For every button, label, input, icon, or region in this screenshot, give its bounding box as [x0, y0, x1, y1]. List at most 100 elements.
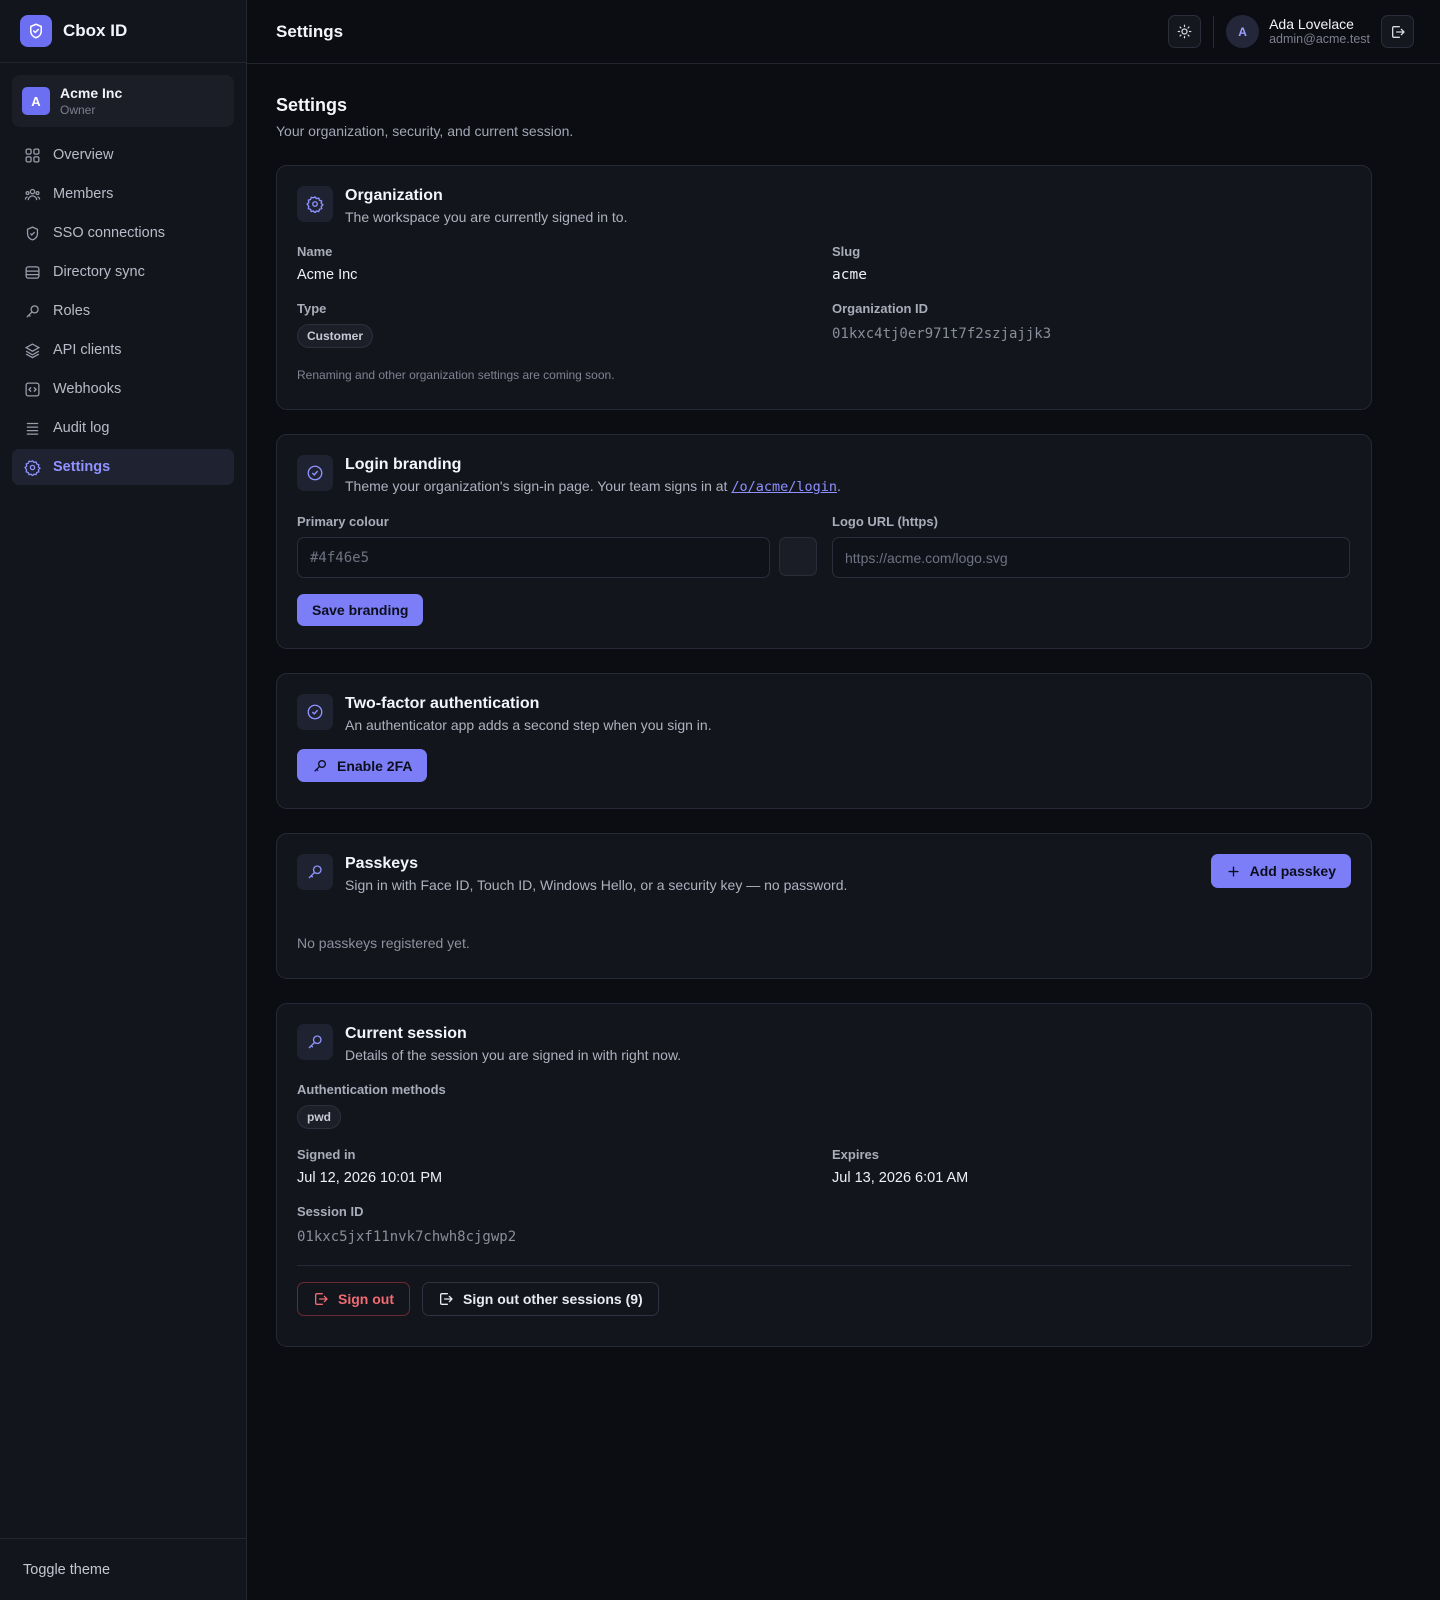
gear-icon	[24, 459, 41, 476]
sidebar-item-roles[interactable]: Roles	[12, 293, 234, 329]
sidebar-item-label: Directory sync	[53, 264, 145, 280]
login-branding-card: Login branding Theme your organization's…	[276, 434, 1372, 649]
key-icon	[314, 759, 326, 772]
sidebar-item-label: Members	[53, 186, 114, 202]
avatar[interactable]: A	[1226, 15, 1260, 48]
logout-icon	[440, 1293, 453, 1305]
card-title: Login branding	[345, 456, 462, 473]
expires-label: Expires	[832, 1147, 879, 1162]
org-slug-label: Slug	[832, 244, 861, 259]
user-name: Ada Lovelace	[1269, 16, 1354, 32]
theme-toggle-button[interactable]	[1168, 15, 1202, 48]
gear-icon	[297, 186, 333, 222]
org-slug-value: acme	[832, 267, 867, 283]
card-description: Details of the session you are signed in…	[345, 1047, 682, 1063]
org-settings-note: Renaming and other organization settings…	[297, 368, 615, 382]
sidebar-item-settings[interactable]: Settings	[12, 449, 234, 485]
page-subtitle: Your organization, security, and current…	[276, 123, 574, 139]
sidebar-item-label: Settings	[53, 459, 111, 475]
add-passkey-button[interactable]: Add passkey	[1210, 854, 1351, 888]
enable-2fa-button[interactable]: Enable 2FA	[297, 749, 428, 782]
card-description: The workspace you are currently signed i…	[345, 209, 628, 225]
add-passkey-label: Add passkey	[1249, 863, 1336, 879]
sign-out-label: Sign out	[338, 1291, 394, 1307]
check-circle-icon	[297, 455, 333, 491]
toggle-theme-button[interactable]: Toggle theme	[0, 1538, 246, 1600]
sidebar-item-webhooks[interactable]: Webhooks	[12, 371, 234, 407]
passkeys-empty-state: No passkeys registered yet.	[297, 935, 470, 951]
page-title: Settings	[276, 95, 348, 115]
org-name-label: Name	[297, 244, 333, 259]
passkeys-card: Passkeys Sign in with Face ID, Touch ID,…	[276, 833, 1372, 979]
sidebar-item-members[interactable]: Members	[12, 176, 234, 212]
logo-url-input[interactable]	[832, 537, 1350, 578]
sidebar-item-label: Overview	[53, 147, 114, 163]
org-avatar: A	[22, 87, 50, 115]
page-header-title: Settings	[276, 21, 344, 41]
main-content: Settings Your organization, security, an…	[276, 64, 1372, 1371]
sidebar-item-label: Roles	[53, 303, 91, 319]
card-title: Organization	[345, 187, 443, 204]
app-name: Cbox ID	[63, 21, 128, 40]
save-branding-button[interactable]: Save branding	[297, 594, 424, 626]
key-icon	[297, 854, 333, 890]
status-badge: Customer	[297, 324, 374, 348]
sidebar: Cbox ID A Acme Inc Owner Overview Member…	[0, 0, 247, 1600]
sidebar-item-label: Audit log	[53, 420, 110, 436]
card-description: Sign in with Face ID, Touch ID, Windows …	[345, 877, 848, 893]
sidebar-item-label: Webhooks	[53, 381, 122, 397]
two-factor-card: Two-factor authentication An authenticat…	[276, 673, 1372, 809]
sidebar-item-label: API clients	[53, 342, 122, 358]
logout-icon	[315, 1293, 328, 1305]
primary-colour-input[interactable]	[297, 537, 770, 578]
signed-in-label: Signed in	[297, 1147, 356, 1162]
top-bar: Settings A Ada Lovelace admin@acme.test	[247, 0, 1440, 64]
sign-out-other-sessions-label: Sign out other sessions (9)	[463, 1291, 643, 1307]
key-icon	[26, 304, 39, 318]
sidebar-item-api-clients[interactable]: API clients	[12, 332, 234, 368]
auth-methods-label: Authentication methods	[297, 1082, 446, 1097]
sign-out-button[interactable]: Sign out	[297, 1282, 410, 1316]
org-type-label: Type	[297, 301, 327, 316]
brand: Cbox ID	[0, 0, 246, 63]
card-description: Theme your organization's sign-in page. …	[345, 478, 841, 495]
sun-icon	[1177, 24, 1192, 39]
sidebar-item-overview[interactable]: Overview	[12, 137, 234, 173]
users-icon	[24, 188, 41, 200]
session-id-value: 01kxc5jxf11nvk7chwh8cjgwp2	[297, 1229, 517, 1245]
card-description: An authenticator app adds a second step …	[345, 717, 712, 733]
expires-value: Jul 13, 2026 6:01 AM	[832, 1170, 969, 1186]
sidebar-item-sso-connections[interactable]: SSO connections	[12, 215, 234, 251]
header-divider	[1213, 15, 1215, 48]
shield-icon	[26, 225, 39, 241]
sidebar-item-label: SSO connections	[53, 225, 166, 241]
sidebar-nav: Overview Members SSO connections Directo…	[0, 137, 246, 485]
auth-method-badge: pwd	[297, 1105, 341, 1129]
sign-out-other-sessions-button[interactable]: Sign out other sessions (9)	[422, 1282, 659, 1316]
primary-colour-label: Primary colour	[297, 514, 389, 529]
sidebar-item-audit-log[interactable]: Audit log	[12, 410, 234, 446]
card-title: Current session	[345, 1025, 467, 1042]
login-url-link[interactable]: /o/acme/login	[731, 479, 837, 495]
list-icon	[26, 422, 39, 435]
key-icon	[297, 1024, 333, 1060]
check-circle-icon	[297, 694, 333, 730]
org-name-value: Acme Inc	[297, 267, 358, 283]
shield-logo-icon	[20, 15, 52, 47]
logout-icon	[1391, 25, 1405, 38]
plus-icon	[1228, 865, 1239, 877]
colour-swatch-picker[interactable]	[779, 537, 817, 576]
user-info: Ada Lovelace admin@acme.test	[1269, 16, 1370, 47]
card-title: Two-factor authentication	[345, 695, 540, 712]
grid-icon	[25, 147, 40, 163]
code-icon	[25, 381, 40, 397]
sidebar-item-directory-sync[interactable]: Directory sync	[12, 254, 234, 290]
card-title: Passkeys	[345, 855, 418, 872]
org-id-value: 01kxc4tj0er971t7f2szjajjk3	[832, 326, 1052, 342]
org-switcher[interactable]: A Acme Inc Owner	[12, 75, 234, 127]
organization-card: Organization The workspace you are curre…	[276, 165, 1372, 410]
signed-in-value: Jul 12, 2026 10:01 PM	[297, 1170, 443, 1186]
logout-button[interactable]	[1381, 15, 1414, 48]
user-email: admin@acme.test	[1269, 32, 1370, 46]
org-name: Acme Inc	[60, 84, 123, 101]
